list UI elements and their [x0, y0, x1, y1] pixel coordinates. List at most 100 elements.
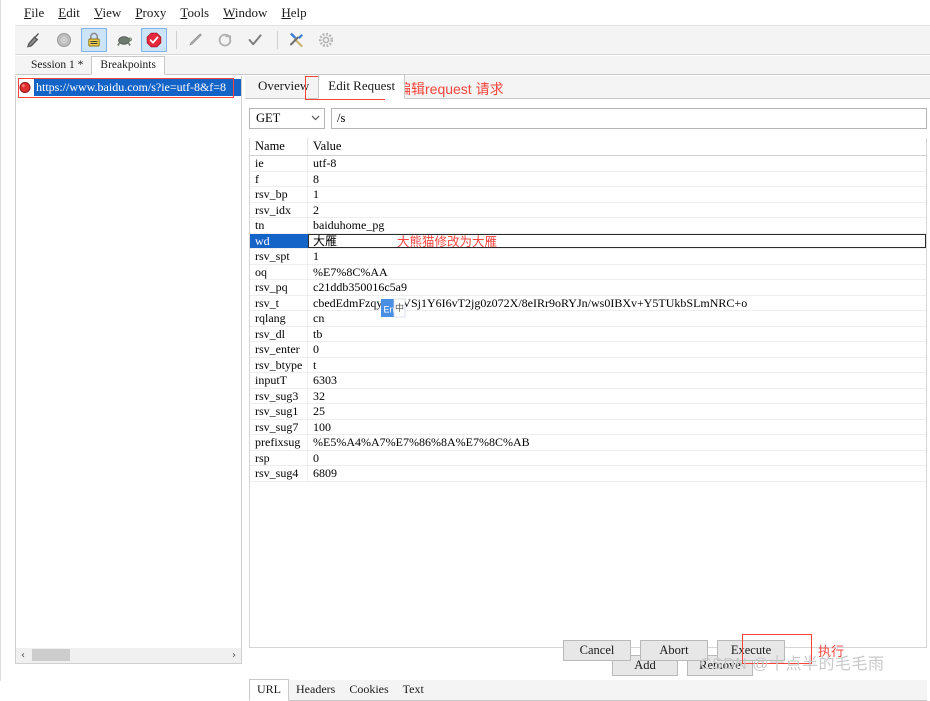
table-row[interactable]: rsv_sug4 6809 [250, 466, 926, 482]
menu-item-proxy[interactable]: Proxy [128, 3, 173, 23]
abort-button[interactable]: Abort [640, 639, 708, 661]
http-method-value: GET [256, 111, 281, 125]
param-value-cell: c21ddb350016c5a9 [313, 280, 407, 294]
param-value-cell: 2 [313, 202, 319, 217]
param-name-cell: rsv_sug3 [250, 388, 308, 403]
table-row[interactable]: rsv_idx 2 [250, 202, 926, 218]
breakpoint-list-item[interactable]: https://www.baidu.com/s?ie=utf-8&f=8 [16, 78, 241, 96]
column-header-name: Name [250, 138, 308, 155]
param-name-cell: prefixsug [250, 435, 308, 450]
param-value-cell: 0 [313, 342, 319, 356]
request-tab-overview[interactable]: Overview [249, 75, 318, 98]
param-name-cell: rsv_spt [250, 249, 308, 264]
section-tab-headers[interactable]: Headers [289, 680, 342, 700]
table-row[interactable]: rsv_sug1 25 [250, 404, 926, 420]
toolbar-button-pen[interactable] [182, 28, 208, 52]
tools-icon [287, 31, 305, 49]
checkmark-icon [246, 31, 264, 49]
toolbar-button-turtle[interactable] [111, 28, 137, 52]
param-value-cell: t [313, 357, 317, 372]
session-tab-session-1[interactable]: Session 1 * [23, 57, 92, 74]
breakpoints-list-panel[interactable]: https://www.baidu.com/s?ie=utf-8&f=8 [15, 76, 242, 662]
param-value-cell: %E7%8C%AA [313, 264, 388, 279]
param-value-cell: 8 [313, 171, 319, 186]
section-tab-url[interactable]: URL [249, 679, 289, 701]
toolbar-button-refresh[interactable] [212, 28, 238, 52]
scroll-right-arrow-icon[interactable]: › [227, 650, 241, 661]
broom-icon [25, 31, 43, 49]
table-row[interactable]: rsv_enter 0 [250, 342, 926, 358]
menu-label: elp [290, 5, 307, 20]
session-tab-breakpoints[interactable]: Breakpoints [91, 56, 165, 75]
turtle-icon [115, 31, 133, 49]
menu-item-help[interactable]: Help [274, 3, 313, 23]
chevron-down-icon [311, 114, 320, 123]
param-value-cell: 25 [313, 404, 325, 418]
section-tab-cookies[interactable]: Cookies [342, 680, 395, 700]
table-row[interactable]: rsv_dl tb [250, 326, 926, 342]
menu-item-file[interactable]: File [17, 3, 51, 23]
table-row[interactable]: rsv_btype t [250, 357, 926, 373]
table-row[interactable]: prefixsug %E5%A4%A7%E7%86%8A%E7%8C%AB [250, 435, 926, 451]
table-row[interactable]: f8 [250, 171, 926, 187]
toolbar-button-checkmark[interactable] [242, 28, 268, 52]
section-tab-text[interactable]: Text [396, 680, 431, 700]
param-name-cell: inputT [250, 373, 308, 388]
table-row[interactable]: rsv_spt 1 [250, 249, 926, 265]
left-panel-hscrollbar[interactable]: ‹ › [15, 648, 242, 664]
menu-mnemonic: W [223, 5, 235, 20]
table-row[interactable]: rsv_sug7 100 [250, 419, 926, 435]
breakpoint-url-text: https://www.baidu.com/s?ie=utf-8&f=8 [34, 78, 241, 96]
request-section-tab-strip: URL Headers Cookies Text [249, 679, 927, 701]
param-value-edit-field[interactable]: 大雁 [308, 233, 926, 248]
menu-label: roxy [142, 5, 167, 20]
http-method-select[interactable]: GET [249, 108, 325, 129]
param-name-cell: wd [250, 233, 308, 248]
table-row[interactable]: oq %E7%8C%AA [250, 264, 926, 280]
lock-icon [85, 31, 103, 49]
table-row[interactable]: tn baiduhome_pg [250, 218, 926, 234]
param-value-cell: 32 [313, 388, 325, 403]
cancel-button[interactable]: Cancel [563, 639, 631, 661]
table-row[interactable]: wd 大雁 [250, 233, 926, 249]
param-name-cell: rsv_sug7 [250, 419, 308, 434]
toolbar-button-record-circle[interactable] [51, 28, 77, 52]
param-value-cell: utf-8 [313, 156, 337, 170]
table-row[interactable]: rsp 0 [250, 450, 926, 466]
param-name-cell: rsv_idx [250, 202, 308, 217]
request-tab-edit-request[interactable]: Edit Request [318, 74, 406, 99]
param-name-cell: rqlang [250, 311, 308, 326]
svg-text:En: En [384, 305, 395, 315]
param-name-cell: oq [250, 264, 308, 279]
ime-language-indicator[interactable]: En 中 [381, 297, 406, 322]
table-row[interactable]: rqlang cn [250, 311, 926, 327]
menu-item-window[interactable]: Window [216, 3, 274, 23]
param-name-cell: f [250, 171, 308, 186]
menu-label: indow [234, 5, 268, 20]
param-value-cell: baiduhome_pg [313, 218, 385, 232]
menu-label: dit [66, 5, 80, 20]
table-row[interactable]: rsv_pq c21ddb350016c5a9 [250, 280, 926, 296]
menu-item-edit[interactable]: Edit [51, 3, 87, 23]
toolbar-button-broom[interactable] [21, 28, 47, 52]
param-name-cell: rsv_btype [250, 357, 308, 372]
query-parameters-table[interactable]: Name Value ie utf-8 f 8 rsv_bp 1 rsv_idx 2 tn bai… [249, 138, 927, 648]
table-row[interactable]: rsv_sug3 32 [250, 388, 926, 404]
table-row[interactable]: rsv_t cbedEdmFzqykuCVSj1Y6I6vT2jg0z072X/8… [250, 295, 926, 311]
toolbar-button-stop-sign[interactable] [141, 28, 167, 52]
toolbar-button-tools[interactable] [283, 28, 309, 52]
scroll-left-arrow-icon[interactable]: ‹ [16, 650, 30, 661]
request-path-input[interactable]: /s [331, 108, 927, 129]
scrollbar-thumb[interactable] [32, 649, 70, 661]
toolbar-button-lock[interactable] [81, 28, 107, 52]
execute-button[interactable]: Execute [717, 639, 785, 661]
table-row[interactable]: ie utf-8 [250, 156, 926, 172]
dialog-action-bar: Cancel Abort Execute [245, 636, 930, 664]
toolbar-button-gear[interactable] [313, 28, 339, 52]
param-name-cell: tn [250, 218, 308, 233]
menu-item-view[interactable]: View [87, 3, 128, 23]
menu-item-tools[interactable]: Tools [173, 3, 216, 23]
table-row[interactable]: rsv_bp 1 [250, 187, 926, 203]
table-row[interactable]: inputT 6303 [250, 373, 926, 389]
edit-request-panel: Overview Edit Request GET /s Name Value i… [245, 74, 930, 701]
